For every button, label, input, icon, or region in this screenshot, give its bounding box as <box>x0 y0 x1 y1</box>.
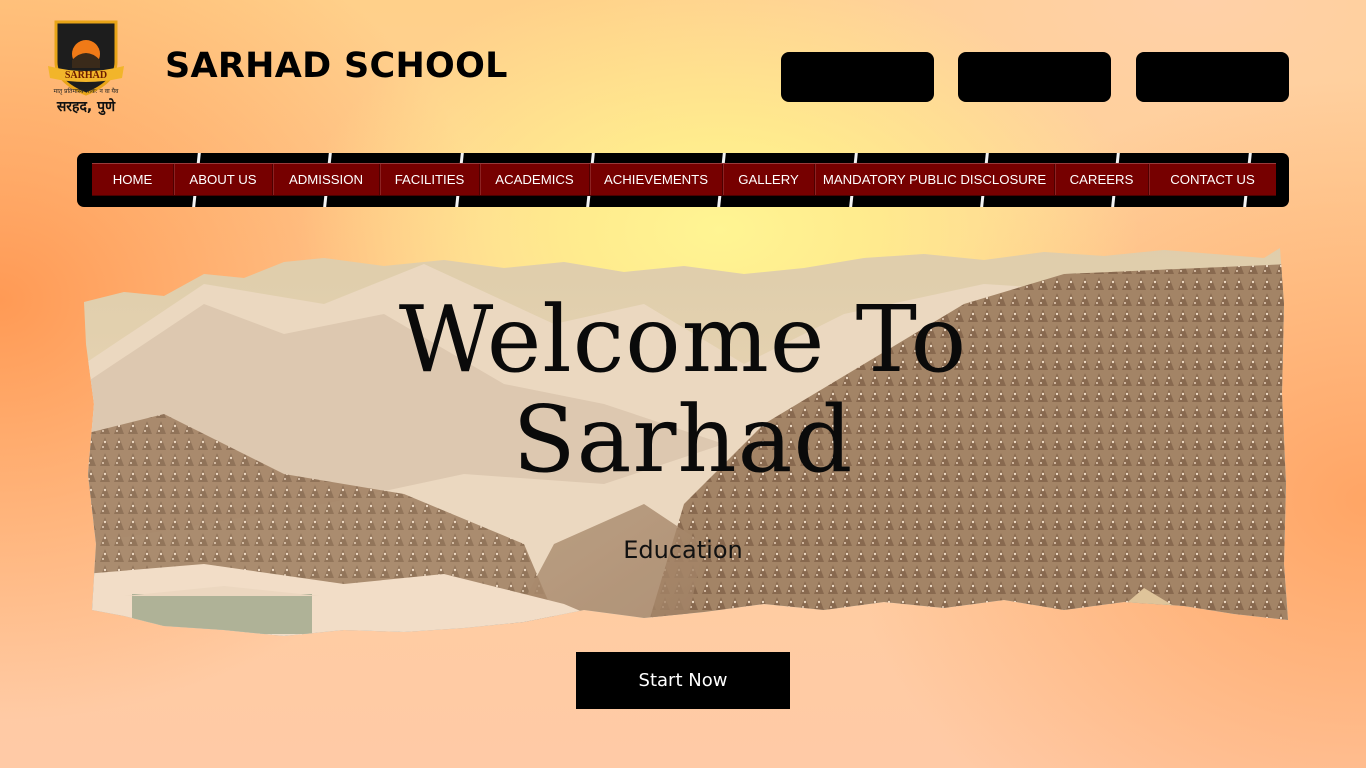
main-nav-frame: HOME ABOUT US ADMISSION FACILITIES ACADE… <box>77 153 1289 207</box>
start-now-button[interactable]: Start Now <box>576 652 790 709</box>
nav-item-careers[interactable]: CAREERS <box>1055 164 1149 195</box>
nav-item-home[interactable]: HOME <box>92 164 174 195</box>
hero-title: Welcome To Sarhad <box>0 290 1366 490</box>
header-button-3[interactable] <box>1136 52 1289 102</box>
site-title: SARHAD SCHOOL <box>165 46 508 86</box>
nav-item-achievements[interactable]: ACHIEVEMENTS <box>590 164 723 195</box>
svg-text:SARHAD: SARHAD <box>65 70 107 81</box>
nav-item-academics[interactable]: ACADEMICS <box>480 164 590 195</box>
nav-item-gallery[interactable]: GALLERY <box>723 164 815 195</box>
hero-subtitle: Education <box>623 536 743 564</box>
nav-item-about-us[interactable]: ABOUT US <box>174 164 273 195</box>
nav-item-contact-us[interactable]: CONTACT US <box>1149 164 1276 195</box>
svg-text:मातृ प्रतिमास्य लोक: न वा यैव: मातृ प्रतिमास्य लोक: न वा यैव <box>54 87 119 95</box>
header-button-1[interactable] <box>781 52 934 102</box>
header-button-2[interactable] <box>958 52 1111 102</box>
school-logo[interactable]: SARHAD मातृ प्रतिमास्य लोक: न वा यैव सरह… <box>42 16 130 120</box>
nav-item-mandatory-public-disclosure[interactable]: MANDATORY PUBLIC DISCLOSURE <box>815 164 1055 195</box>
hero-title-line-1: Welcome To <box>398 286 968 393</box>
nav-item-admission[interactable]: ADMISSION <box>273 164 380 195</box>
nav-item-facilities[interactable]: FACILITIES <box>380 164 480 195</box>
hero-title-line-2: Sarhad <box>512 386 854 493</box>
main-nav: HOME ABOUT US ADMISSION FACILITIES ACADE… <box>92 163 1276 196</box>
svg-text:सरहद, पुणे: सरहद, पुणे <box>56 98 116 116</box>
